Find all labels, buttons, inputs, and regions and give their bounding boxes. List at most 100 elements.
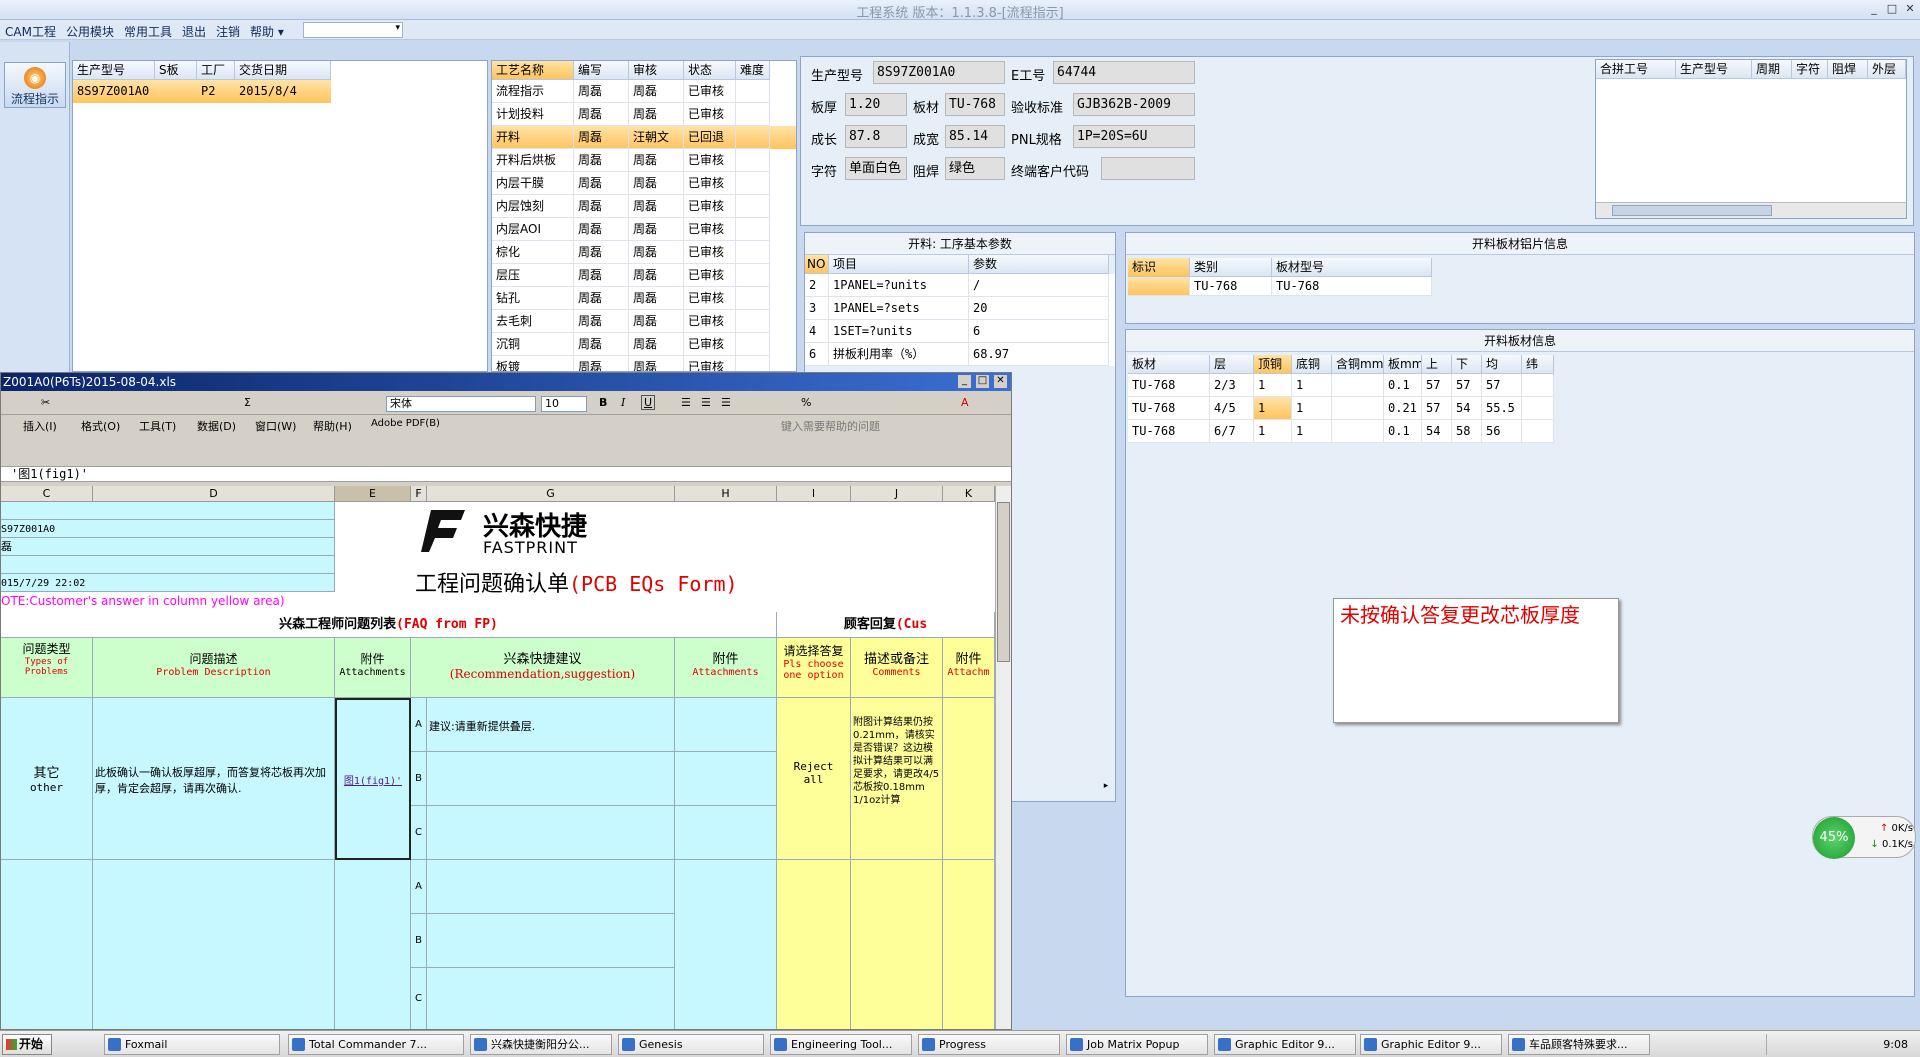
minimize-button[interactable]: _ xyxy=(958,375,971,388)
taskbar-item[interactable]: Genesis xyxy=(618,1034,764,1055)
horizontal-scrollbar[interactable] xyxy=(1596,202,1906,218)
excel-menu-window[interactable]: 窗口(W) xyxy=(255,418,296,434)
process-col-author[interactable]: 编写 xyxy=(574,61,629,80)
cell[interactable] xyxy=(427,806,675,860)
merge-col[interactable]: 字符 xyxy=(1792,60,1828,79)
orders-col-s[interactable]: S板 xyxy=(155,61,197,80)
thick-field[interactable]: 1.20 xyxy=(845,93,907,116)
cell[interactable] xyxy=(427,968,675,1029)
merge-col[interactable]: 阻焊 xyxy=(1828,60,1868,79)
orders-col-date[interactable]: 交货日期 xyxy=(235,61,331,80)
italic-button[interactable]: I xyxy=(621,396,625,409)
size-select[interactable]: 10 xyxy=(541,396,587,412)
formula-bar[interactable]: '图1(fig1)' xyxy=(1,466,1011,482)
sum-icon[interactable]: Σ xyxy=(244,396,251,409)
table-row[interactable]: TU-768 2/3 1 1 0.1 57 57 57 xyxy=(1128,374,1554,397)
bold-button[interactable]: B xyxy=(599,396,607,409)
cell[interactable] xyxy=(943,860,995,1029)
merge-col[interactable]: 生产型号 xyxy=(1676,60,1752,79)
wid-field[interactable]: 85.14 xyxy=(945,125,1005,148)
cut-col[interactable]: 类别 xyxy=(1190,258,1272,277)
col-header[interactable]: K xyxy=(943,486,995,502)
orders-col-factory[interactable]: 工厂 xyxy=(197,61,235,80)
board-col[interactable]: 含铜mm xyxy=(1332,355,1384,374)
table-row[interactable]: 钻孔 周磊 周磊 已审核 xyxy=(492,287,796,310)
board-col[interactable]: 底铜 xyxy=(1292,355,1332,374)
cust-field[interactable] xyxy=(1101,157,1195,180)
cell[interactable]: 015/7/29 22:02 xyxy=(1,574,335,592)
taskbar-item[interactable]: 车品顾客特殊要求... xyxy=(1508,1034,1650,1055)
cut-icon[interactable]: ✂ xyxy=(41,396,50,409)
cell[interactable] xyxy=(943,698,995,860)
table-row[interactable]: 4 1SET=?units 6 xyxy=(805,320,1115,343)
params-col[interactable]: NO xyxy=(805,255,829,274)
col-header[interactable]: E xyxy=(335,486,411,502)
menu-exit[interactable]: 退出 xyxy=(177,20,211,40)
cell[interactable] xyxy=(675,698,777,752)
table-row[interactable]: 去毛刺 周磊 周磊 已审核 xyxy=(492,310,796,333)
flow-button[interactable]: ◉ 流程指示 xyxy=(4,62,66,108)
excel-menu-format[interactable]: 格式(O) xyxy=(81,418,120,434)
merge-col[interactable]: 周期 xyxy=(1752,60,1792,79)
eno-field[interactable]: 64744 xyxy=(1053,61,1195,84)
char-field[interactable]: 单面白色 xyxy=(845,157,907,180)
excel-menu-help[interactable]: 帮助(H) xyxy=(313,418,352,434)
merge-col[interactable]: 外层 xyxy=(1868,60,1906,79)
cell[interactable]: S97Z001A0 xyxy=(1,520,335,538)
table-row[interactable]: 2 1PANEL=?units / xyxy=(805,274,1115,297)
type-cell[interactable]: 其它 other xyxy=(1,698,93,860)
table-row[interactable]: 内层AOI 周磊 周磊 已审核 xyxy=(492,218,796,241)
attach-link[interactable]: 图1(fig1)' xyxy=(344,776,402,787)
taskbar-item[interactable]: Graphic Editor 9... xyxy=(1360,1034,1502,1055)
close-button[interactable]: ✕ xyxy=(994,375,1007,388)
cell[interactable] xyxy=(675,806,777,860)
menu-tools[interactable]: 常用工具 xyxy=(119,20,177,40)
params-col[interactable]: 项目 xyxy=(829,255,969,274)
std-field[interactable]: GJB362B-2009 xyxy=(1073,93,1195,116)
table-row[interactable]: 6 拼板利用率（%） 68.97 xyxy=(805,343,1115,366)
menu-public[interactable]: 公用模块 xyxy=(61,20,119,40)
merge-col[interactable]: 合拼工号 xyxy=(1596,60,1676,79)
taskbar-item[interactable]: Total Commander 7... xyxy=(288,1034,464,1055)
cell[interactable] xyxy=(335,860,411,1029)
table-row[interactable]: 板镀 周磊 周磊 已审核 xyxy=(492,356,796,371)
table-row[interactable]: 层压 周磊 周磊 已审核 xyxy=(492,264,796,287)
process-col-status[interactable]: 状态 xyxy=(684,61,736,80)
attach-cell[interactable]: 图1(fig1)' xyxy=(335,698,411,860)
cell[interactable] xyxy=(851,860,943,1029)
process-col-name[interactable]: 工艺名称 xyxy=(492,61,574,80)
table-row[interactable]: 棕化 周磊 周磊 已审核 xyxy=(492,241,796,264)
cell[interactable] xyxy=(427,752,675,806)
vertical-scrollbar[interactable] xyxy=(995,486,1011,1029)
cell[interactable] xyxy=(777,860,851,1029)
col-header[interactable]: H xyxy=(675,486,777,502)
taskbar-item[interactable]: Progress xyxy=(918,1034,1060,1055)
board-col[interactable]: 下 xyxy=(1452,355,1482,374)
pnl-field[interactable]: 1P=20S=6U xyxy=(1073,125,1195,148)
table-row[interactable]: TU-768 4/5 1 1 0.21 57 54 55.5 xyxy=(1128,397,1554,420)
sugg-cell[interactable]: 建议:请重新提供叠层. xyxy=(427,698,675,752)
cell[interactable] xyxy=(93,860,335,1029)
reply-cell[interactable]: Reject all xyxy=(777,698,851,860)
col-header[interactable]: C xyxy=(1,486,93,502)
help-search-input[interactable]: 键入需要帮助的问题 xyxy=(781,418,880,434)
table-row[interactable]: 计划投料 周磊 周磊 已审核 xyxy=(492,103,796,126)
percent-icon[interactable]: % xyxy=(801,396,811,409)
cell[interactable] xyxy=(675,860,777,1029)
cell[interactable]: 磊 xyxy=(1,538,335,556)
start-button[interactable]: 开始 xyxy=(2,1034,52,1055)
params-col[interactable]: 参数 xyxy=(969,255,1109,274)
table-row[interactable]: 内层干膜 周磊 周磊 已审核 xyxy=(492,172,796,195)
col-header[interactable]: G xyxy=(427,486,675,502)
table-row[interactable]: TU-768 TU-768 xyxy=(1128,277,1432,296)
taskbar-item[interactable]: Engineering Tool... xyxy=(770,1034,912,1055)
col-header[interactable]: I xyxy=(777,486,851,502)
menu-cam[interactable]: CAM工程 xyxy=(0,20,61,40)
len-field[interactable]: 87.8 xyxy=(845,125,907,148)
cell[interactable] xyxy=(1,556,335,574)
board-col[interactable]: 纬 xyxy=(1522,355,1554,374)
excel-menu-pdf[interactable]: Adobe PDF(B) xyxy=(371,418,440,429)
align-right-icon[interactable]: ☰ xyxy=(721,396,731,409)
board-col[interactable]: 板材 xyxy=(1128,355,1210,374)
table-row[interactable]: 沉铜 周磊 周磊 已审核 xyxy=(492,333,796,356)
